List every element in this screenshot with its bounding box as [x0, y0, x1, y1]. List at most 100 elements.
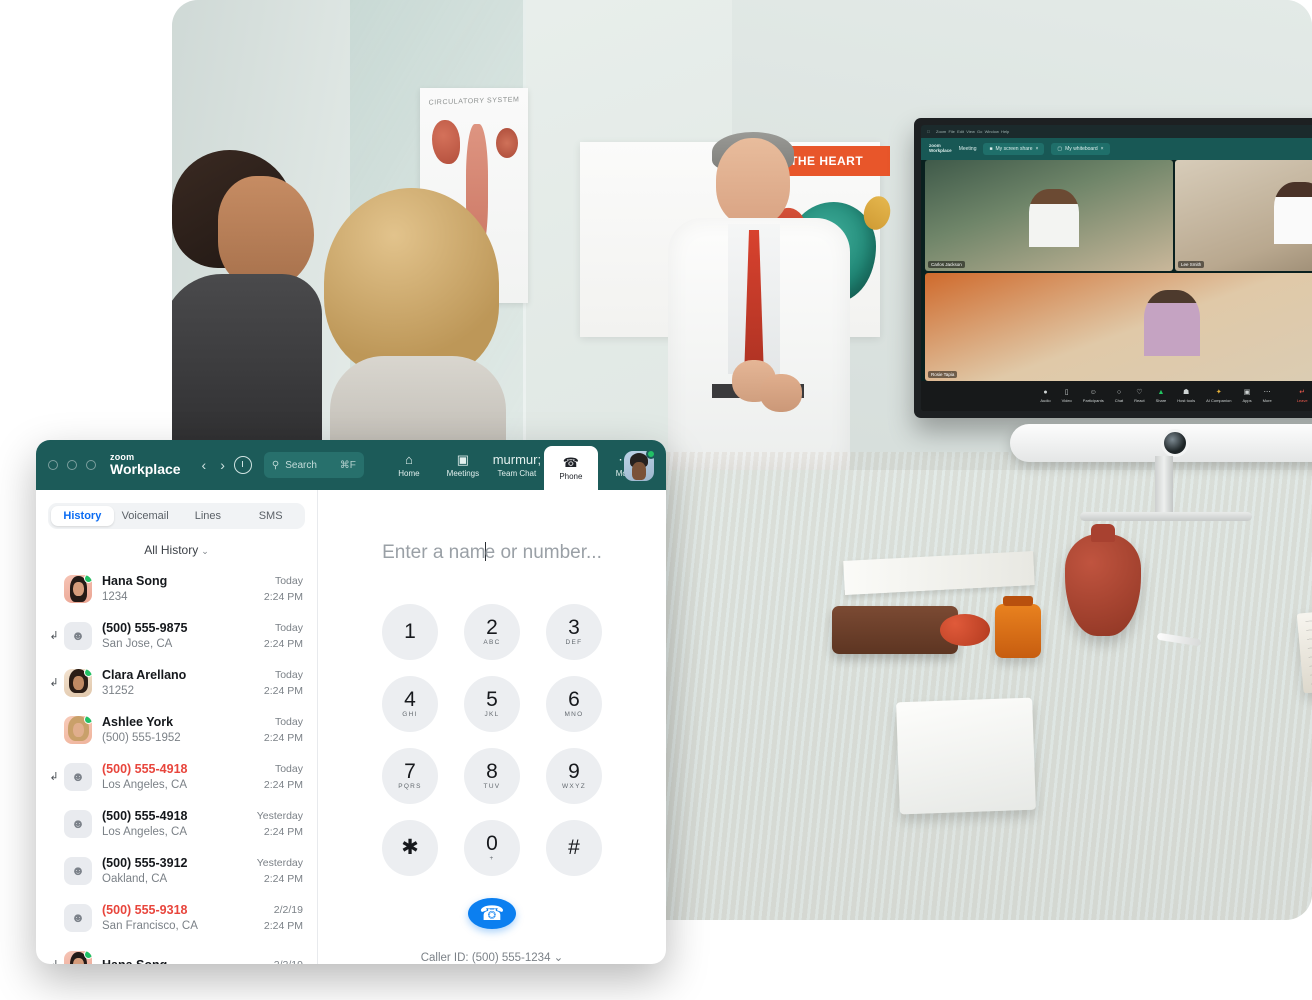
meeting-apps-button[interactable]: ▣ Apps [1242, 389, 1251, 403]
phone-icon: ☎ [479, 903, 505, 925]
window-controls[interactable] [48, 460, 96, 470]
contact-avatar [64, 668, 92, 697]
toolbar-label: AI Companion [1206, 398, 1232, 403]
nav-tab-meetings[interactable]: ▣ Meetings [436, 440, 490, 490]
dialpad-key-5[interactable]: 5 JKL [464, 676, 520, 732]
close-icon[interactable]: × [1101, 146, 1104, 152]
nav-forward-button[interactable]: › [220, 457, 225, 473]
meeting-chat-button[interactable]: ○ Chat [1115, 389, 1123, 403]
tab-lines[interactable]: Lines [177, 506, 240, 526]
display-menubar:  Zoom File Edit View Go Window Help [921, 125, 1312, 138]
history-filter-dropdown[interactable]: All History ⌄ [36, 529, 317, 565]
caller-id-selector[interactable]: Caller ID: (500) 555-1234 ⌄ [421, 950, 564, 964]
dialpad-key-8[interactable]: 8 TUV [464, 748, 520, 804]
key-digit: 9 [568, 760, 580, 783]
call-subtitle: 31252 [102, 684, 134, 697]
close-icon[interactable]: × [1035, 146, 1038, 152]
dialer-input[interactable]: Enter a name or number... [382, 542, 602, 564]
call-info: Clara Arellano 31252 [102, 667, 264, 699]
participant-tile[interactable]: Carlos Jackson [925, 160, 1173, 271]
call-history-row[interactable]: ↲ Clara Arellano 31252 Today 2:24 PM [36, 659, 317, 706]
search-input[interactable]: ⚲ Search ⌘F [263, 452, 364, 478]
avatar[interactable] [624, 449, 656, 481]
call-subtitle: (500) 555-1952 [102, 731, 181, 744]
participant-name: Rosie Tapia [928, 371, 958, 378]
nav-tab-team-chat[interactable]: murmur; Team Chat [490, 440, 544, 490]
clock-icon[interactable] [233, 456, 252, 474]
call-subtitle: San Jose, CA [102, 637, 173, 650]
nav-back-button[interactable]: ‹ [202, 457, 207, 473]
call-time: 2:24 PM [263, 919, 303, 932]
sparkle-icon: ✦ [1215, 389, 1222, 396]
desk-vase [1065, 524, 1141, 636]
call-direction-icon: ↲ [49, 771, 59, 783]
participant-tile[interactable]: Rosie Tapia [925, 272, 1312, 381]
meeting-host-tools-button[interactable]: ☗ Host tools [1177, 389, 1195, 403]
call-meta: Today 2:24 PM [264, 714, 303, 746]
dialpad-key-7[interactable]: 7 PQRS [382, 748, 438, 804]
whiteboard-icon: ▢ [1057, 146, 1063, 152]
participant-tile[interactable]: Lee Smith [1175, 160, 1312, 271]
dialpad-key-3[interactable]: 3 DEF [546, 604, 602, 660]
desk-decor-berries [940, 614, 990, 646]
nav-tab-home[interactable]: ⌂ Home [382, 440, 436, 490]
apple-icon:  [927, 129, 930, 134]
minimize-window-button[interactable] [67, 460, 77, 470]
key-letters: JKL [484, 711, 500, 718]
call-name: Hana Song [102, 573, 168, 588]
app-header: zoom Workplace ‹ › ⚲ Search ⌘F ⌂ Home ▣ … [36, 440, 666, 490]
call-meta: 2/2/19 2:24 PM [264, 902, 303, 934]
contact-avatar: ☻ [64, 856, 92, 885]
call-time: 2:24 PM [263, 825, 303, 838]
dialer-placeholder-after: e or number... [484, 542, 602, 563]
meeting-more-button[interactable]: ⋯ More [1263, 389, 1272, 403]
dialpad-key-9[interactable]: 9 WXYZ [546, 748, 602, 804]
dialpad-key-4[interactable]: 4 GHI [382, 676, 438, 732]
dialpad-key-2[interactable]: 2 ABC [464, 604, 520, 660]
key-letters: MNO [564, 711, 584, 718]
presence-badge [84, 668, 92, 677]
tab-voicemail[interactable]: Voicemail [114, 506, 177, 526]
call-meta: Yesterday 2:24 PM [257, 808, 303, 840]
call-history-row[interactable]: ☻ (500) 555-3912 Oakland, CA Yesterday 2… [36, 847, 317, 894]
meeting-tab-whiteboard[interactable]: ▢ My whiteboard × [1051, 143, 1110, 155]
presence-badge [84, 715, 92, 724]
call-button[interactable]: ☎ [468, 898, 516, 929]
dialpad-key-star[interactable]: ✱ [382, 820, 438, 876]
dialpad-key-0[interactable]: 0 + [464, 820, 520, 876]
call-history-row[interactable]: ☻ (500) 555-9318 San Francisco, CA 2/2/1… [36, 894, 317, 941]
toolbar-label: Participants [1082, 398, 1104, 403]
call-history-list[interactable]: Hana Song 1234 Today 2:24 PM ↲ ☻ (500) 5… [36, 565, 317, 964]
tab-sms[interactable]: SMS [239, 506, 302, 526]
call-history-row[interactable]: ↲ ☻ (500) 555-4918 Los Angeles, CA Today… [36, 753, 317, 800]
call-history-row[interactable]: Hana Song 1234 Today 2:24 PM [36, 565, 317, 612]
meeting-share-button[interactable]: ▲ Share [1156, 389, 1167, 403]
meeting-participants-button[interactable]: ☺ Participants [1083, 389, 1104, 403]
dialpad-key-6[interactable]: 6 MNO [546, 676, 602, 732]
app-body: History Voicemail Lines SMS All History ⌄… [36, 490, 666, 964]
tab-history[interactable]: History [51, 506, 114, 526]
meeting-leave-button[interactable]: ↵ Leave [1297, 389, 1308, 403]
calendar-icon: ▣ [456, 451, 470, 467]
call-history-row[interactable]: ☻ (500) 555-4918 Los Angeles, CA Yesterd… [36, 800, 317, 847]
dialpad-key-1[interactable]: 1 [382, 604, 438, 660]
toolbar-label: Leave [1296, 398, 1308, 403]
wall-display:  Zoom File Edit View Go Window Help zoo… [914, 118, 1312, 418]
dialpad-key-pound[interactable]: # [546, 820, 602, 876]
meeting-react-button[interactable]: ♡ React [1134, 389, 1144, 403]
meeting-ai-companion-button[interactable]: ✦ AI Companion [1206, 389, 1231, 403]
contact-avatar: ☻ [64, 621, 92, 650]
maximize-window-button[interactable] [86, 460, 96, 470]
call-history-row[interactable]: ↲ ☻ (500) 555-9875 San Jose, CA Today 2:… [36, 612, 317, 659]
nav-tab-phone[interactable]: ☎ Phone [543, 446, 598, 490]
call-history-row[interactable]: ↲ Hana Song 2/2/19 [36, 941, 317, 964]
key-digit: ✱ [401, 836, 419, 859]
meeting-audio-button[interactable]: ● Audio [1040, 389, 1050, 403]
call-direction-icon: ↲ [46, 958, 62, 964]
close-window-button[interactable] [48, 460, 58, 470]
call-history-row[interactable]: Ashlee York (500) 555-1952 Today 2:24 PM [36, 706, 317, 753]
meeting-tab-screenshare[interactable]: ■ My screen share × [983, 143, 1045, 155]
meeting-video-button[interactable]: ▯ Video [1062, 389, 1072, 403]
key-digit: 8 [486, 760, 498, 783]
home-icon: ⌂ [404, 451, 413, 467]
